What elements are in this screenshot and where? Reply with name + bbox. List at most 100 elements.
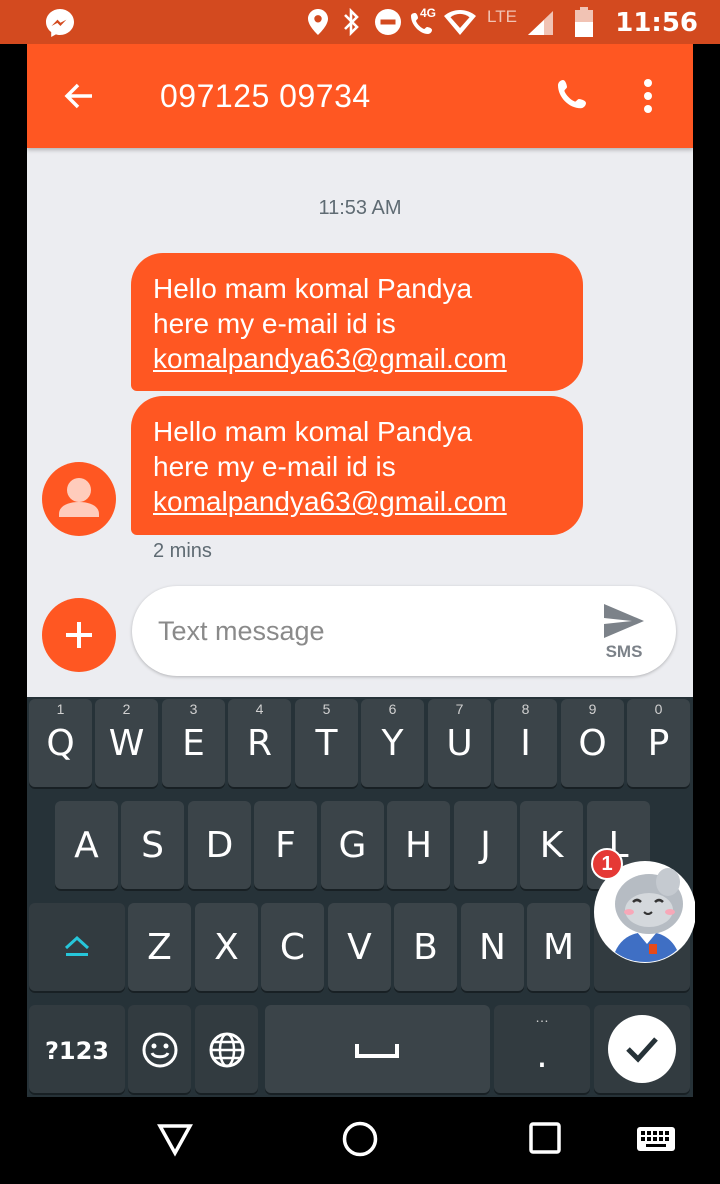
key-label: C <box>279 927 306 968</box>
message-text: Hello mam komal Pandya <box>153 416 473 447</box>
send-icon <box>604 604 644 638</box>
key-label: A <box>74 825 99 866</box>
key-s[interactable]: S <box>121 801 184 889</box>
key-label: R <box>246 723 272 764</box>
contact-title: 097125 09734 <box>160 78 371 114</box>
key-hint: 5 <box>322 701 331 717</box>
key-w[interactable]: 2W <box>95 699 158 787</box>
period-key[interactable]: … . <box>494 1005 590 1093</box>
message-text: Hello mam komal Pandya <box>153 273 473 304</box>
key-c[interactable]: C <box>261 903 324 991</box>
key-hint: 9 <box>588 701 597 717</box>
key-hint: 2 <box>122 701 131 717</box>
key-label: B <box>413 927 438 968</box>
key-hint: 0 <box>654 701 663 717</box>
key-label: ?123 <box>44 1037 110 1065</box>
key-z[interactable]: Z <box>128 903 191 991</box>
key-x[interactable]: X <box>195 903 258 991</box>
key-h[interactable]: H <box>387 801 450 889</box>
key-hint: 3 <box>189 701 198 717</box>
signal-icon <box>528 11 553 35</box>
key-a[interactable]: A <box>55 801 118 889</box>
key-hint: 4 <box>255 701 264 717</box>
back-triangle-icon[interactable] <box>157 1121 193 1157</box>
do-not-disturb-icon <box>375 9 401 35</box>
key-label: H <box>404 825 433 866</box>
compose-bar: SMS <box>132 586 676 676</box>
space-key[interactable] <box>265 1005 490 1093</box>
more-vert-icon[interactable] <box>642 78 654 114</box>
chat-head[interactable]: 1 <box>591 848 695 964</box>
key-d[interactable]: D <box>188 801 251 889</box>
key-hint: 1 <box>56 701 65 717</box>
done-key[interactable] <box>594 1005 690 1093</box>
key-label: . <box>536 1035 548 1076</box>
key-label: Z <box>147 927 172 968</box>
key-hint: 6 <box>388 701 397 717</box>
key-y[interactable]: 6Y <box>361 699 424 787</box>
person-icon <box>59 478 99 517</box>
key-b[interactable]: B <box>394 903 457 991</box>
conversation-timestamp: 11:53 AM <box>318 197 402 219</box>
add-attachment-button[interactable] <box>42 598 116 672</box>
key-v[interactable]: V <box>328 903 391 991</box>
key-m[interactable]: M <box>527 903 590 991</box>
contact-avatar[interactable] <box>42 462 116 536</box>
text-message-input[interactable] <box>156 608 580 654</box>
message-bubble[interactable]: Hello mam komal Pandya here my e-mail id… <box>131 253 583 391</box>
key-j[interactable]: J <box>454 801 517 889</box>
key-f[interactable]: F <box>254 801 317 889</box>
messenger-icon <box>46 9 74 37</box>
key-label: F <box>275 825 296 866</box>
key-label: V <box>347 927 372 968</box>
key-label: Y <box>381 723 404 764</box>
message-bubble[interactable]: Hello mam komal Pandya here my e-mail id… <box>131 396 583 535</box>
symbols-key[interactable]: ?123 <box>29 1005 125 1093</box>
arrow-back-icon[interactable] <box>63 80 95 112</box>
keyboard-switch-icon[interactable] <box>636 1126 676 1152</box>
key-label: X <box>214 927 239 968</box>
key-label: P <box>647 723 670 764</box>
key-e[interactable]: 3E <box>162 699 225 787</box>
phone-icon[interactable] <box>556 78 592 114</box>
key-label: G <box>338 825 367 866</box>
key-p[interactable]: 0P <box>627 699 690 787</box>
globe-icon <box>209 1032 245 1068</box>
key-g[interactable]: G <box>321 801 384 889</box>
key-r[interactable]: 4R <box>228 699 291 787</box>
key-u[interactable]: 7U <box>428 699 491 787</box>
bluetooth-icon <box>344 8 359 36</box>
key-label: D <box>205 825 234 866</box>
key-q[interactable]: 1Q <box>29 699 92 787</box>
key-hint: 8 <box>521 701 530 717</box>
message-text: here my e-mail id is <box>153 308 396 339</box>
send-sms-button[interactable]: SMS <box>596 600 652 664</box>
key-i[interactable]: 8I <box>494 699 557 787</box>
key-o[interactable]: 9O <box>561 699 624 787</box>
key-label: S <box>141 825 164 866</box>
shift-key[interactable] <box>29 903 125 991</box>
network-lte-label: LTE <box>487 7 517 26</box>
email-link[interactable]: komalpandya63@gmail.com <box>153 341 561 376</box>
email-link[interactable]: komalpandya63@gmail.com <box>153 484 561 519</box>
key-hint: 7 <box>455 701 464 717</box>
key-label: Q <box>46 723 75 764</box>
key-n[interactable]: N <box>461 903 524 991</box>
app-bar: 097125 09734 <box>27 44 693 148</box>
message-text: here my e-mail id is <box>153 451 396 482</box>
battery-icon <box>575 7 593 37</box>
recents-square-icon[interactable] <box>529 1122 561 1154</box>
language-key[interactable] <box>195 1005 258 1093</box>
navigation-bar <box>0 1097 720 1184</box>
emoji-key[interactable] <box>128 1005 191 1093</box>
key-label: U <box>446 723 473 764</box>
location-icon <box>308 9 328 35</box>
key-k[interactable]: K <box>520 801 583 889</box>
home-circle-icon[interactable] <box>342 1121 378 1157</box>
message-meta: 2 mins <box>153 540 212 562</box>
space-bar-icon <box>355 1044 399 1058</box>
key-t[interactable]: 5T <box>295 699 358 787</box>
emoji-icon <box>142 1032 178 1068</box>
notification-badge: 1 <box>591 848 623 880</box>
key-label: K <box>539 825 564 866</box>
